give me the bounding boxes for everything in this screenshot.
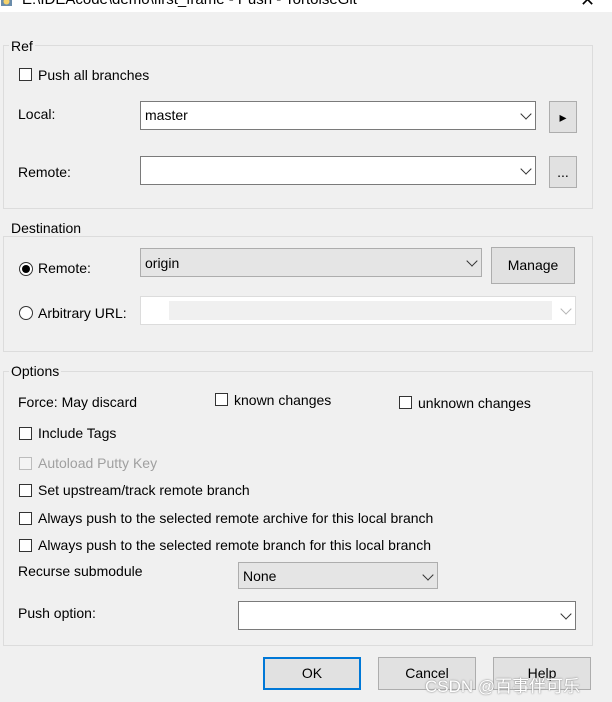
ok-button[interactable]: OK [263,657,361,690]
arbitrary-url-combo[interactable] [140,296,576,325]
autoload-putty-key-label: Autoload Putty Key [38,455,158,471]
remote-value: origin [145,255,180,271]
local-branch-value: master [145,107,188,123]
recurse-submodule-combo[interactable]: None [238,562,438,589]
url-text-area [169,301,552,320]
always-push-archive-label: Always push to the selected remote archi… [38,510,434,526]
autoload-putty-key-checkbox [19,457,32,470]
include-tags-checkbox[interactable] [19,427,32,440]
local-branch-menu-button[interactable]: ▸ [549,101,577,133]
ok-label: OK [301,665,323,681]
push-option-label: Push option: [18,605,96,621]
remote-radio[interactable] [19,262,33,276]
chevron-down-icon [520,108,532,120]
set-upstream-checkbox[interactable] [19,484,32,497]
unknown-changes-checkbox[interactable] [399,396,412,409]
browse-label: ... [557,164,569,180]
chevron-down-icon [422,569,434,581]
force-label: Force: May discard [18,394,138,410]
local-label: Local: [18,106,56,122]
chevron-down-icon [560,303,572,315]
destination-group-label: Destination [9,220,84,236]
manage-button[interactable]: Manage [491,247,575,284]
manage-label: Manage [507,257,559,273]
push-all-branches-checkbox[interactable] [19,68,32,81]
tortoisegit-app-icon [0,0,13,8]
chevron-down-icon [520,163,532,175]
local-branch-combo[interactable]: master [140,101,536,130]
csdn-watermark: CSDN @百事伴可乐 [425,677,581,696]
recurse-submodule-label: Recurse submodule [18,563,143,579]
chevron-down-icon [466,255,478,267]
set-upstream-label: Set upstream/track remote branch [38,482,250,498]
always-push-branch-checkbox[interactable] [19,539,32,552]
ref-group-label: Ref [9,38,35,54]
push-option-combo[interactable] [238,601,576,630]
window-title: E:\IDEAcode\demo\first_frame - Push - To… [22,0,357,8]
chevron-down-icon [560,608,572,620]
remote-branch-browse-button[interactable]: ... [549,156,577,188]
recurse-submodule-value: None [243,568,277,584]
options-group-label: Options [9,363,62,379]
remote-radio-label: Remote: [38,260,91,276]
known-changes-label: known changes [234,392,332,408]
remote-branch-label: Remote: [18,164,71,180]
include-tags-label: Include Tags [38,425,117,441]
remote-combo[interactable]: origin [140,248,482,277]
play-arrow-icon: ▸ [559,109,567,125]
push-all-branches-label: Push all branches [38,67,150,83]
known-changes-checkbox[interactable] [215,393,228,406]
unknown-changes-label: unknown changes [418,395,531,411]
always-push-archive-checkbox[interactable] [19,512,32,525]
arbitrary-url-radio[interactable] [19,306,33,320]
remote-branch-combo[interactable] [140,156,536,185]
always-push-branch-label: Always push to the selected remote branc… [38,537,431,553]
title-bar: E:\IDEAcode\demo\first_frame - Push - To… [0,0,612,12]
arbitrary-url-label: Arbitrary URL: [38,305,127,321]
close-icon[interactable]: ✕ [580,0,595,11]
